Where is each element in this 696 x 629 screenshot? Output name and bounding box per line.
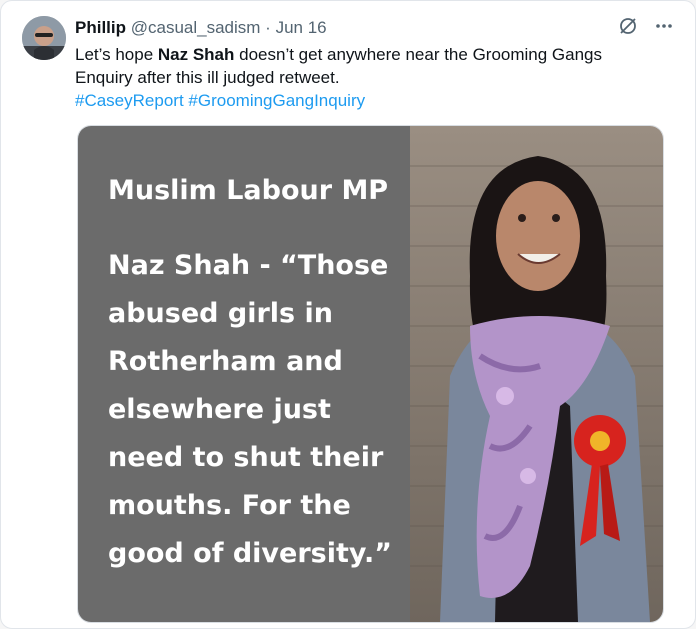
header-actions bbox=[617, 15, 675, 37]
tweet-card[interactable]: Phillip @casual_sadism · Jun 16 Let’s ho… bbox=[0, 0, 696, 629]
tweet-text-part1: Let’s hope bbox=[75, 45, 158, 64]
tweet-text: Let’s hope Naz Shah doesn’t get anywhere… bbox=[75, 43, 655, 112]
hashtag-link[interactable]: #CaseyReport bbox=[75, 91, 184, 110]
tweet-text-bold: Naz Shah bbox=[157, 45, 235, 64]
media-title: Muslim Labour MP bbox=[108, 175, 389, 206]
tweet-header: Phillip @casual_sadism · Jun 16 bbox=[75, 18, 675, 42]
author-name[interactable]: Phillip bbox=[75, 18, 126, 37]
slashed-circle-icon[interactable] bbox=[617, 15, 639, 37]
avatar[interactable] bbox=[22, 16, 66, 60]
tweet-media[interactable]: Muslim Labour MP Naz Shah - “Those abuse… bbox=[77, 125, 664, 623]
hashtags: #CaseyReport #GroomingGangInquiry bbox=[75, 89, 655, 112]
date-separator: · bbox=[265, 18, 271, 37]
author-handle[interactable]: @casual_sadism bbox=[131, 18, 261, 37]
media-photo bbox=[410, 126, 663, 622]
media-text-panel: Muslim Labour MP Naz Shah - “Those abuse… bbox=[78, 126, 410, 622]
tweet-date[interactable]: Jun 16 bbox=[276, 18, 327, 37]
hashtag-link[interactable]: #GroomingGangInquiry bbox=[188, 91, 365, 110]
media-quote: Naz Shah - “Those abused girls in Rother… bbox=[108, 250, 393, 569]
more-icon[interactable] bbox=[653, 15, 675, 37]
media-text: Muslim Labour MP Naz Shah - “Those abuse… bbox=[108, 174, 398, 578]
